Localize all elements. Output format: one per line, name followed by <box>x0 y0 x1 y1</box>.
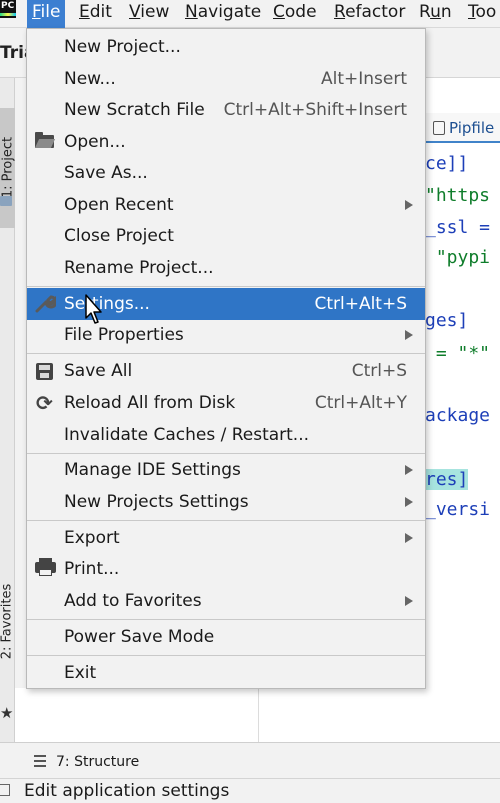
star-icon: ★ <box>0 704 14 722</box>
menu-item-save-all[interactable]: Save All Ctrl+S <box>27 355 425 387</box>
status-panel-icon[interactable] <box>0 784 10 796</box>
submenu-arrow-icon <box>405 465 413 475</box>
project-folder-icon <box>0 196 12 206</box>
menu-item-new-scratch-file[interactable]: New Scratch File Ctrl+Alt+Shift+Insert <box>27 94 425 126</box>
project-tool-tab[interactable]: 1: Project <box>0 108 16 228</box>
menu-separator <box>27 286 425 287</box>
menu-item-add-to-favorites[interactable]: Add to Favorites <box>27 585 425 617</box>
code-line: res] <box>425 466 500 494</box>
code-line: _ssl = <box>425 217 491 238</box>
menu-navigate[interactable]: Navigate <box>180 0 266 28</box>
favorites-tool-tab[interactable]: 2: Favorites <box>0 569 15 675</box>
code-line: "https <box>425 185 491 206</box>
menu-item-new-project[interactable]: New Project... <box>27 31 425 63</box>
menu-item-new[interactable]: New... Alt+Insert <box>27 63 425 95</box>
status-text: Edit application settings <box>24 781 230 801</box>
menu-refactor[interactable]: Refactor <box>329 0 410 28</box>
menu-run[interactable]: Run <box>414 0 457 28</box>
menu-item-open[interactable]: Open... <box>27 126 425 158</box>
menu-item-print[interactable]: Print... <box>27 553 425 585</box>
menu-item-new-projects-settings[interactable]: New Projects Settings <box>27 486 425 518</box>
menu-item-invalidate-caches[interactable]: Invalidate Caches / Restart... <box>27 419 425 451</box>
file-icon <box>433 121 445 135</box>
structure-tool-tab[interactable]: 7: Structure <box>34 752 139 772</box>
submenu-arrow-icon <box>405 497 413 507</box>
menu-separator <box>27 655 425 656</box>
menu-item-export[interactable]: Export <box>27 522 425 554</box>
file-menu-dropdown: New Project... New... Alt+Insert New Scr… <box>26 28 426 689</box>
menu-view[interactable]: View <box>124 0 174 28</box>
folder-icon <box>34 126 56 158</box>
code-line: "pypi <box>425 247 491 268</box>
mouse-cursor-icon <box>85 294 102 324</box>
menu-item-exit[interactable]: Exit <box>27 657 425 689</box>
menu-file[interactable]: File <box>27 0 66 28</box>
code-line: ges] <box>425 310 469 331</box>
wrench-icon <box>34 288 56 320</box>
pycharm-logo-icon: PC <box>0 0 16 18</box>
highlighted-code: res] <box>425 469 469 490</box>
menu-separator <box>27 619 425 620</box>
menu-edit[interactable]: Edit <box>74 0 117 28</box>
reload-icon: ⟳ <box>36 391 53 415</box>
menu-tools[interactable]: Too <box>463 0 500 28</box>
menu-separator <box>27 520 425 521</box>
submenu-arrow-icon <box>405 200 413 210</box>
submenu-arrow-icon <box>405 330 413 340</box>
menu-item-rename-project[interactable]: Rename Project... <box>27 252 425 284</box>
menu-item-save-as[interactable]: Save As... <box>27 157 425 189</box>
menu-separator <box>27 353 425 354</box>
menu-item-power-save-mode[interactable]: Power Save Mode <box>27 621 425 653</box>
panel-divider <box>258 688 259 742</box>
code-line: _versi <box>425 499 491 520</box>
menu-item-close-project[interactable]: Close Project <box>27 220 425 252</box>
code-line: = "*" <box>425 343 491 364</box>
structure-icon <box>34 755 46 767</box>
submenu-arrow-icon <box>405 596 413 606</box>
menu-bar: PC File Edit View Navigate Code Refactor… <box>0 0 500 28</box>
menu-item-manage-ide-settings[interactable]: Manage IDE Settings <box>27 454 425 486</box>
menu-item-reload-all[interactable]: ⟳ Reload All from Disk Ctrl+Alt+Y <box>27 387 425 419</box>
editor-tab-pipfile[interactable]: Pipfile <box>425 113 500 143</box>
menu-code[interactable]: Code <box>268 0 322 28</box>
menu-item-open-recent[interactable]: Open Recent <box>27 189 425 221</box>
save-icon <box>34 355 56 387</box>
print-icon <box>34 553 56 585</box>
status-bar: Edit application settings <box>0 778 500 801</box>
code-line: ce]] <box>425 153 469 174</box>
submenu-arrow-icon <box>405 533 413 543</box>
code-line: ackage <box>425 405 491 426</box>
project-panel <box>15 688 425 742</box>
